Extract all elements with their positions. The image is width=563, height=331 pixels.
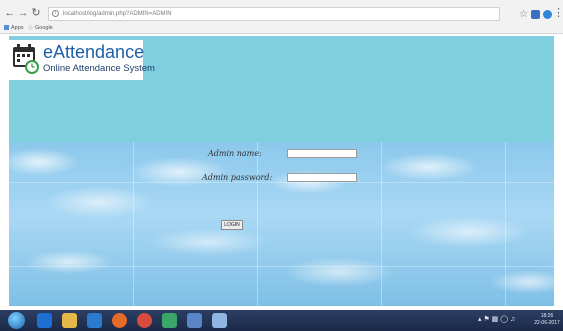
calendar-clock-icon <box>13 44 39 74</box>
admin-password-input[interactable] <box>287 173 357 182</box>
internet-explorer-icon[interactable] <box>37 313 52 328</box>
background-divider <box>133 142 134 306</box>
file-explorer-icon[interactable] <box>62 313 77 328</box>
admin-name-label: Admin name: <box>208 149 262 158</box>
admin-password-label: Admin password: <box>202 173 273 182</box>
logo-subtitle: Online Attendance System <box>43 63 155 74</box>
background-divider <box>505 142 506 306</box>
url-text: localhost/log/admin.php?ADMIN=ADMIN <box>63 11 172 17</box>
app-icon[interactable] <box>162 313 177 328</box>
extension-icon[interactable] <box>531 10 540 19</box>
menu-icon[interactable]: ⋮ <box>553 6 563 20</box>
background-divider <box>381 142 382 306</box>
google-icon <box>28 25 33 31</box>
browser-chrome: ← → ↻ localhost/log/admin.php?ADMIN=ADMI… <box>0 0 563 34</box>
taskbar: ▴ ⚑ ▩ ◯ ♫ 18:26 22-06-2017 <box>0 310 563 331</box>
clock-time: 18:26 <box>540 313 554 319</box>
login-button[interactable]: LOGIN <box>221 220 243 230</box>
background-divider <box>257 142 258 306</box>
network-icon[interactable] <box>187 313 202 328</box>
reload-icon[interactable]: ↻ <box>30 6 42 20</box>
bookmark-star-icon[interactable]: ☆ <box>519 10 528 20</box>
page: eAttendance Online Attendance System Adm… <box>9 36 554 306</box>
chrome-icon[interactable] <box>137 313 152 328</box>
clock-date: 22-06-2017 <box>534 320 560 326</box>
logo-title: eAttendance <box>43 42 145 62</box>
forward-icon[interactable]: → <box>17 6 29 20</box>
info-icon[interactable]: i <box>52 10 59 17</box>
admin-name-input[interactable] <box>287 149 357 158</box>
address-bar[interactable]: localhost/log/admin.php?ADMIN=ADMIN <box>48 7 500 21</box>
system-tray[interactable]: ▴ ⚑ ▩ ◯ ♫ <box>478 315 515 325</box>
clock[interactable]: 18:26 22-06-2017 <box>534 313 560 327</box>
bookmarks-bar: Apps Google <box>0 23 563 33</box>
windows-start-icon[interactable] <box>8 312 25 329</box>
login-area: Admin name: Admin password: LOGIN <box>9 142 554 306</box>
paint-icon[interactable] <box>212 313 227 328</box>
firefox-icon[interactable] <box>112 313 127 328</box>
apps-grid-icon <box>4 25 9 31</box>
background-divider <box>9 182 554 183</box>
logo[interactable]: eAttendance Online Attendance System <box>9 40 155 80</box>
nav-row: ← → ↻ localhost/log/admin.php?ADMIN=ADMI… <box>0 6 563 22</box>
bookmark-google[interactable]: Google <box>28 23 53 33</box>
extension-icon[interactable] <box>543 10 552 19</box>
background-divider <box>9 266 554 267</box>
bookmark-apps[interactable]: Apps <box>4 23 24 33</box>
media-player-icon[interactable] <box>87 313 102 328</box>
back-icon[interactable]: ← <box>4 6 16 20</box>
site-header: eAttendance Online Attendance System <box>9 36 554 142</box>
